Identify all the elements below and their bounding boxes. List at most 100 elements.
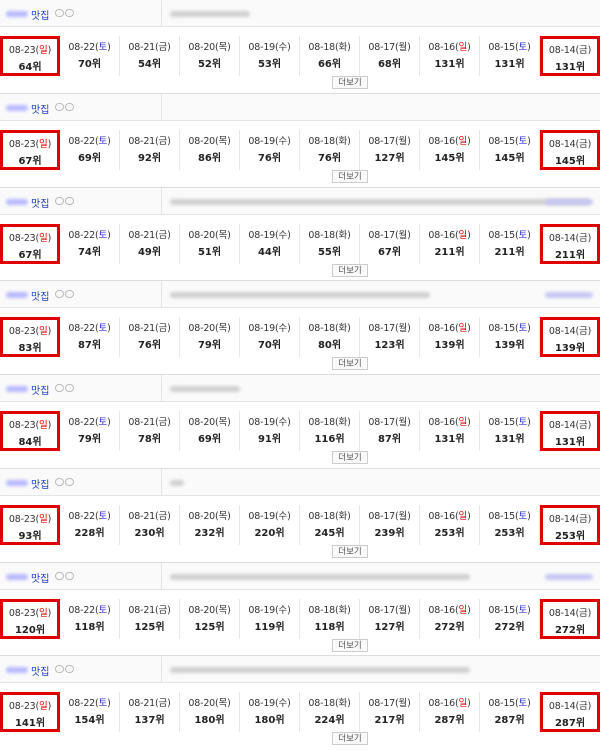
day-rank-cell: 08-18(화) 224위 <box>300 692 360 733</box>
day-rank-cell: 08-19(수) 220위 <box>240 504 300 545</box>
date-label: 08-15(토) <box>488 698 531 710</box>
weekday-text: 일 <box>39 232 48 244</box>
date-label: 08-22(토) <box>68 417 111 428</box>
device-badges <box>55 477 74 486</box>
block-header: 맛집 <box>0 375 600 402</box>
weekday-text: 일 <box>458 417 468 428</box>
date-label: 08-20(목) <box>188 510 231 522</box>
weekday-text: 화 <box>338 698 348 710</box>
more-button[interactable]: 더보기 <box>332 451 368 464</box>
weekday-text: 월 <box>398 229 408 241</box>
date-label: 08-16(일) <box>428 135 471 147</box>
weekday-text: 수 <box>278 42 288 53</box>
date-text: 08-21 <box>128 510 156 522</box>
rank-value: 79위 <box>197 340 222 352</box>
day-rank-cell: 08-14(금) 211위 <box>540 223 600 264</box>
date-text: 08-20 <box>188 229 216 241</box>
date-label: 08-14(금) <box>548 607 592 619</box>
date-label: 08-14(금) <box>548 701 592 713</box>
more-button[interactable]: 더보기 <box>332 357 368 371</box>
rank-value: 76위 <box>257 152 282 164</box>
weekday-text: 토 <box>98 229 108 241</box>
rank-value: 87위 <box>77 340 102 352</box>
weekday-text: 금 <box>579 326 588 338</box>
weekday-text: 일 <box>39 607 48 619</box>
pc-badge-icon <box>65 665 74 674</box>
keyword-rank-block: 맛집 08-23(일) 83위 08-22(토) 87위 08-21(금) 76위 08-20… <box>0 281 600 375</box>
date-label: 08-15(토) <box>488 229 531 241</box>
date-text: 08-18 <box>308 417 336 428</box>
keyword-title[interactable]: 맛집 <box>31 382 49 397</box>
date-text: 08-17 <box>368 417 396 428</box>
rank-value: 64위 <box>18 62 42 73</box>
daily-rank-row: 08-23(일) 141위 08-22(토) 154위 08-21(금) 137위 08-2… <box>0 692 600 733</box>
date-text: 08-20 <box>188 417 216 428</box>
date-text: 08-15 <box>488 323 516 335</box>
keyword-title[interactable]: 맛집 <box>31 7 49 22</box>
weekday-text: 토 <box>518 323 528 335</box>
day-rank-cell: 08-19(수) 70위 <box>240 317 300 358</box>
date-text: 08-14 <box>548 45 576 56</box>
date-label: 08-22(토) <box>68 510 111 522</box>
keyword-title[interactable]: 맛집 <box>31 663 49 678</box>
date-text: 08-14 <box>548 232 576 244</box>
date-text: 08-17 <box>368 510 396 522</box>
day-rank-cell: 08-15(토) 145위 <box>480 129 540 170</box>
more-button[interactable]: 더보기 <box>332 76 368 89</box>
rank-value: 228위 <box>74 527 105 539</box>
weekday-text: 토 <box>518 42 528 53</box>
weekday-text: 화 <box>338 229 348 241</box>
keyword-title[interactable]: 맛집 <box>31 476 49 491</box>
date-label: 08-22(토) <box>68 135 111 147</box>
date-label: 08-23(일) <box>8 326 52 338</box>
day-rank-cell: 08-16(일) 145위 <box>420 129 480 170</box>
more-button[interactable]: 더보기 <box>332 544 368 558</box>
device-badges <box>55 290 74 299</box>
date-label: 08-23(일) <box>8 701 52 713</box>
date-label: 08-16(일) <box>428 698 471 710</box>
date-text: 08-18 <box>308 698 336 710</box>
day-rank-cell: 08-23(일) 67위 <box>0 223 60 264</box>
keyword-title[interactable]: 맛집 <box>31 195 49 210</box>
date-label: 08-16(일) <box>428 604 471 616</box>
keyword-title[interactable]: 맛집 <box>31 288 49 303</box>
keyword-title[interactable]: 맛집 <box>31 101 49 116</box>
weekday-text: 월 <box>398 604 408 616</box>
rank-value: 123위 <box>374 340 405 352</box>
date-label: 08-14(금) <box>548 232 592 244</box>
date-label: 08-22(토) <box>68 229 111 241</box>
day-rank-cell: 08-22(토) 118위 <box>60 598 120 639</box>
rank-value: 145위 <box>434 152 465 164</box>
date-text: 08-19 <box>248 135 276 147</box>
rank-value: 287위 <box>494 715 525 727</box>
more-button[interactable]: 더보기 <box>332 638 368 652</box>
more-button[interactable]: 더보기 <box>332 169 368 183</box>
date-label: 08-19(수) <box>248 604 291 616</box>
weekday-text: 토 <box>518 229 528 241</box>
day-rank-cell: 08-23(일) 141위 <box>0 692 60 733</box>
date-text: 08-22 <box>68 604 96 616</box>
day-rank-cell: 08-20(목) 69위 <box>180 411 240 451</box>
rank-value: 139위 <box>554 343 586 355</box>
more-button[interactable]: 더보기 <box>332 732 368 746</box>
date-label: 08-20(목) <box>188 604 231 616</box>
device-badges <box>55 571 74 580</box>
weekday-text: 일 <box>458 42 468 53</box>
day-rank-cell: 08-19(수) 76위 <box>240 129 300 170</box>
rank-value: 139위 <box>494 340 525 352</box>
date-label: 08-19(수) <box>248 42 291 53</box>
rank-value: 67위 <box>18 155 42 167</box>
keyword-title[interactable]: 맛집 <box>31 570 49 585</box>
rank-value: 92위 <box>137 152 162 164</box>
day-rank-cell: 08-17(월) 87위 <box>360 411 420 451</box>
rank-value: 93위 <box>18 530 42 542</box>
day-rank-cell: 08-19(수) 44위 <box>240 223 300 264</box>
day-rank-cell: 08-16(일) 139위 <box>420 317 480 358</box>
more-button[interactable]: 더보기 <box>332 263 368 277</box>
day-rank-cell: 08-18(화) 76위 <box>300 129 360 170</box>
weekday-text: 목 <box>218 42 228 53</box>
date-text: 08-20 <box>188 323 216 335</box>
weekday-text: 토 <box>98 604 108 616</box>
mobile-badge-icon <box>55 571 64 580</box>
weekday-text: 금 <box>158 323 168 335</box>
